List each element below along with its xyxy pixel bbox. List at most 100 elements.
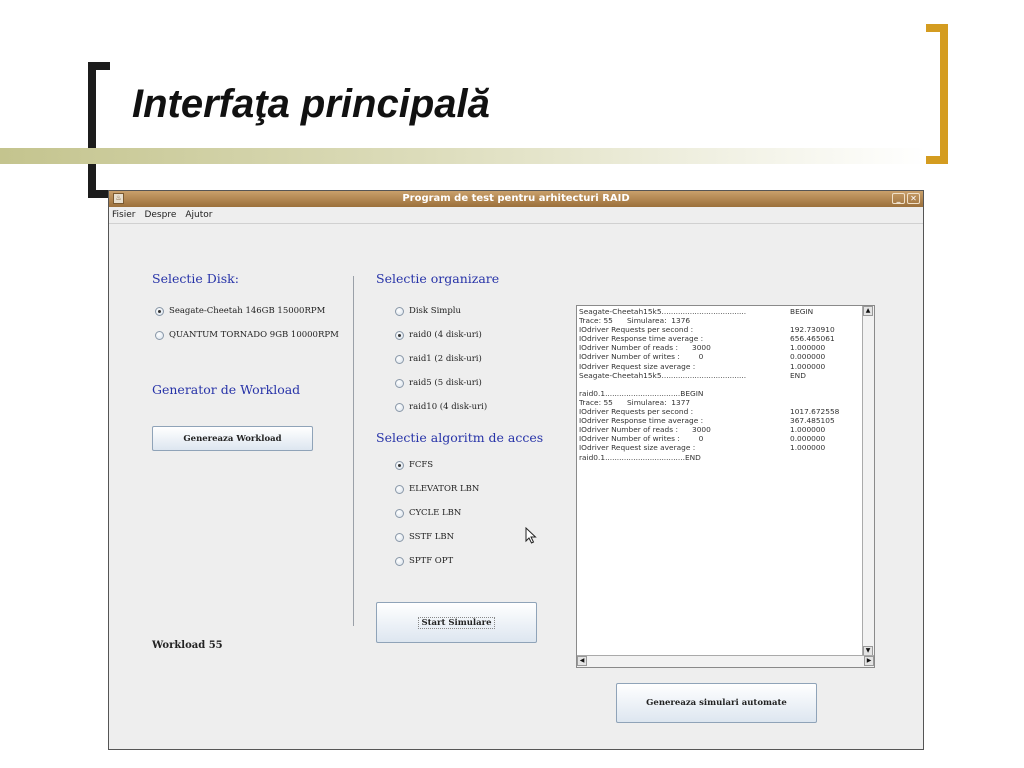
app-window: ♨ Program de test pentru arhitecturi RAI… bbox=[108, 190, 924, 750]
disk-selection-heading: Selectie Disk: bbox=[152, 271, 239, 286]
log-line: Seagate-Cheetah15k5.....................… bbox=[579, 371, 859, 380]
log-line: IOdriver Number of writes : 0 0.000000 bbox=[579, 352, 859, 361]
log-line-text: raid0.1................................B… bbox=[579, 388, 704, 398]
menubar: Fisier Despre Ajutor bbox=[109, 207, 923, 224]
scroll-up-icon[interactable]: ▲ bbox=[863, 306, 873, 316]
algo-option-elevator-lbn[interactable]: ELEVATOR LBN bbox=[395, 484, 479, 494]
disk-option-seagate[interactable]: Seagate-Cheetah 146GB 15000RPM bbox=[155, 306, 325, 316]
disk-option-quantum[interactable]: QUANTUM TORNADO 9GB 10000RPM bbox=[155, 330, 339, 340]
generate-workload-button[interactable]: Genereaza Workload bbox=[152, 426, 313, 451]
org-option-raid1[interactable]: raid1 (2 disk-uri) bbox=[395, 354, 482, 364]
left-bracket-decoration bbox=[88, 62, 110, 198]
menu-ajutor[interactable]: Ajutor bbox=[185, 207, 212, 223]
radio-button-icon[interactable] bbox=[395, 330, 404, 340]
log-line-value: 0.000000 bbox=[790, 352, 826, 362]
log-line-value: 656.465061 bbox=[790, 334, 835, 344]
org-option-disk-simplu[interactable]: Disk Simplu bbox=[395, 306, 461, 316]
algo-option-cycle-lbn[interactable]: CYCLE LBN bbox=[395, 508, 461, 518]
log-line: IOdriver Number of reads : 3000 1.000000 bbox=[579, 425, 859, 434]
close-icon[interactable]: ✕ bbox=[907, 193, 920, 204]
workload-status: Workload 55 bbox=[152, 640, 223, 651]
radio-button-icon[interactable] bbox=[395, 484, 404, 494]
right-bracket-decoration bbox=[926, 24, 948, 164]
simulation-output-textarea[interactable]: Seagate-Cheetah15k5.....................… bbox=[576, 305, 875, 668]
log-line: IOdriver Requests per second : 1017.67255… bbox=[579, 407, 859, 416]
log-line-value: 1.000000 bbox=[790, 343, 826, 353]
algo-option-label: FCFS bbox=[409, 460, 434, 470]
log-line: raid0.1................................B… bbox=[579, 389, 859, 398]
radio-button-icon[interactable] bbox=[395, 378, 404, 388]
log-line-text: IOdriver Number of writes : 0 bbox=[579, 434, 704, 444]
log-line: IOdriver Request size average : 1.000000 bbox=[579, 443, 859, 452]
log-line: Trace: 55 Simularea: 1376 bbox=[579, 316, 859, 325]
title-underline-bar bbox=[0, 148, 926, 164]
radio-button-icon[interactable] bbox=[155, 330, 164, 340]
window-titlebar[interactable]: ♨ Program de test pentru arhitecturi RAI… bbox=[109, 191, 923, 207]
minimize-icon[interactable]: _ bbox=[892, 193, 905, 204]
org-option-raid5[interactable]: raid5 (5 disk-uri) bbox=[395, 378, 482, 388]
log-line: IOdriver Requests per second : 192.730910 bbox=[579, 325, 859, 334]
log-line-text: IOdriver Number of reads : 3000 bbox=[579, 343, 711, 353]
algo-option-label: CYCLE LBN bbox=[409, 508, 462, 518]
radio-button-icon[interactable] bbox=[395, 306, 404, 316]
log-line-text: IOdriver Response time average : bbox=[579, 334, 704, 344]
algo-option-sstf-lbn[interactable]: SSTF LBN bbox=[395, 532, 454, 542]
log-line-text: IOdriver Number of writes : 0 bbox=[579, 352, 704, 362]
window-content: Selectie Disk: Seagate-Cheetah 146GB 150… bbox=[109, 224, 923, 749]
radio-button-icon[interactable] bbox=[395, 508, 404, 518]
log-line-value: BEGIN bbox=[790, 307, 814, 316]
vertical-scrollbar[interactable]: ▲ ▼ bbox=[862, 306, 874, 656]
algo-option-label: SPTF OPT bbox=[409, 556, 454, 566]
algorithm-selection-heading: Selectie algoritm de acces bbox=[376, 430, 544, 445]
start-simulation-label: Start Simulare bbox=[418, 616, 495, 629]
generate-workload-label: Genereaza Workload bbox=[183, 433, 282, 444]
log-line-text: IOdriver Request size average : bbox=[579, 361, 696, 371]
log-line: Trace: 55 Simularea: 1377 bbox=[579, 398, 859, 407]
algo-option-fcfs[interactable]: FCFS bbox=[395, 460, 433, 470]
log-line: IOdriver Response time average : 656.4650… bbox=[579, 334, 859, 343]
log-line: raid0.1.................................… bbox=[579, 453, 859, 462]
log-line-text: raid0.1.................................… bbox=[579, 452, 701, 462]
workload-generator-heading: Generator de Workload bbox=[152, 382, 301, 397]
radio-button-icon[interactable] bbox=[395, 532, 404, 542]
log-line-text: IOdriver Requests per second : bbox=[579, 407, 694, 417]
mouse-pointer-icon bbox=[525, 527, 537, 544]
log-line-value: 192.730910 bbox=[790, 325, 835, 335]
generate-auto-simulations-button[interactable]: Genereaza simulari automate bbox=[616, 683, 817, 723]
log-line-text: Seagate-Cheetah15k5.....................… bbox=[579, 307, 747, 316]
radio-button-icon[interactable] bbox=[395, 402, 404, 412]
log-line-value: 1.000000 bbox=[790, 425, 826, 435]
scroll-right-icon[interactable]: ▶ bbox=[864, 656, 874, 666]
log-line: IOdriver Number of writes : 0 0.000000 bbox=[579, 434, 859, 443]
radio-button-icon[interactable] bbox=[395, 556, 404, 566]
menu-fisier[interactable]: Fisier bbox=[112, 207, 135, 223]
scroll-left-icon[interactable]: ◀ bbox=[577, 656, 587, 666]
log-line-text: IOdriver Requests per second : bbox=[579, 325, 694, 335]
algo-option-label: ELEVATOR LBN bbox=[409, 484, 480, 494]
log-line-value: 0.000000 bbox=[790, 434, 826, 444]
log-line-value: 1.000000 bbox=[790, 443, 826, 453]
log-line: Seagate-Cheetah15k5.....................… bbox=[579, 307, 859, 316]
organization-selection-heading: Selectie organizare bbox=[376, 271, 500, 286]
radio-button-icon[interactable] bbox=[395, 354, 404, 364]
java-app-icon[interactable]: ♨ bbox=[113, 193, 124, 204]
log-line-text: Trace: 55 Simularea: 1377 bbox=[579, 397, 691, 407]
presentation-slide: Interfaţa principală ♨ Program de test p… bbox=[0, 0, 1024, 768]
menu-despre[interactable]: Despre bbox=[144, 207, 176, 223]
disk-option-label: QUANTUM TORNADO 9GB 10000RPM bbox=[169, 330, 339, 340]
org-option-raid0[interactable]: raid0 (4 disk-uri) bbox=[395, 330, 482, 340]
start-simulation-button[interactable]: Start Simulare bbox=[376, 602, 537, 643]
radio-button-icon[interactable] bbox=[155, 306, 164, 316]
panel-divider bbox=[353, 276, 354, 626]
log-line-value: 1.000000 bbox=[790, 361, 826, 371]
org-option-label: raid0 (4 disk-uri) bbox=[409, 330, 482, 340]
org-option-raid10[interactable]: raid10 (4 disk-uri) bbox=[395, 402, 487, 412]
algo-option-sptf-opt[interactable]: SPTF OPT bbox=[395, 556, 453, 566]
radio-button-icon[interactable] bbox=[395, 460, 404, 470]
org-option-label: Disk Simplu bbox=[409, 306, 461, 316]
log-line-value: END bbox=[790, 370, 806, 380]
log-line-text: IOdriver Response time average : bbox=[579, 416, 704, 426]
horizontal-scrollbar[interactable]: ◀ ▶ bbox=[577, 655, 874, 667]
algo-option-label: SSTF LBN bbox=[409, 532, 455, 542]
